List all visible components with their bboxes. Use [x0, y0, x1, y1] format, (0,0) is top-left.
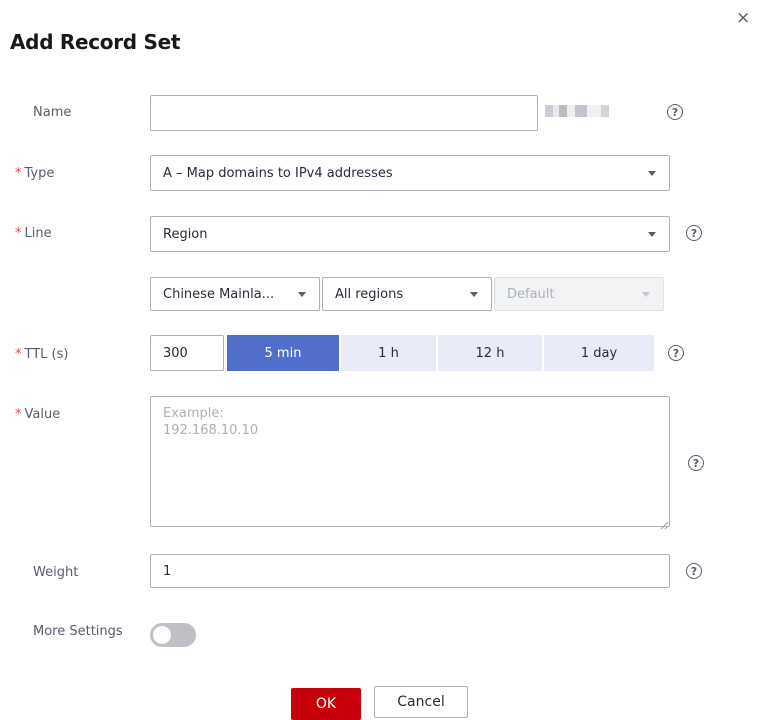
cancel-button[interactable]: Cancel — [374, 686, 468, 718]
help-icon[interactable]: ? — [686, 563, 702, 579]
ttl-preset-12h[interactable]: 12 h — [438, 335, 542, 371]
ttl-input[interactable]: 300 — [150, 335, 224, 371]
line-label: * Line — [15, 226, 52, 241]
name-label: Name — [33, 105, 72, 120]
ttl-preset-5min[interactable]: 5 min — [227, 335, 339, 371]
resize-grip-icon[interactable] — [659, 515, 669, 530]
region-group-select[interactable]: Chinese Mainla... — [150, 277, 320, 311]
type-select-value: A – Map domains to IPv4 addresses — [163, 165, 393, 181]
subregion-select: Default — [494, 277, 664, 311]
dialog-title: Add Record Set — [10, 30, 181, 54]
weight-input[interactable]: 1 — [150, 554, 670, 588]
type-label: * Type — [15, 166, 55, 181]
line-select-value: Region — [163, 226, 208, 242]
chevron-down-icon — [470, 292, 478, 297]
ok-button[interactable]: OK — [291, 688, 361, 720]
help-icon[interactable]: ? — [688, 455, 704, 471]
chevron-down-icon — [648, 232, 656, 237]
close-icon[interactable]: × — [736, 6, 750, 30]
region-group-value: Chinese Mainla... — [163, 286, 275, 302]
help-icon[interactable]: ? — [667, 104, 683, 120]
ttl-preset-1day[interactable]: 1 day — [544, 335, 654, 371]
ttl-label: * TTL (s) — [15, 347, 69, 362]
name-input[interactable] — [150, 95, 538, 131]
ttl-preset-1h[interactable]: 1 h — [341, 335, 436, 371]
subregion-value: Default — [507, 286, 555, 302]
help-icon[interactable]: ? — [686, 225, 702, 241]
line-select[interactable]: Region — [150, 216, 670, 252]
value-textarea[interactable]: Example: 192.168.10.10 — [150, 396, 670, 527]
chevron-down-icon — [648, 171, 656, 176]
more-settings-toggle[interactable] — [150, 623, 196, 647]
region-select[interactable]: All regions — [322, 277, 492, 311]
value-label: * Value — [15, 407, 61, 422]
type-select[interactable]: A – Map domains to IPv4 addresses — [150, 155, 670, 191]
chevron-down-icon — [298, 292, 306, 297]
toggle-knob — [153, 626, 171, 644]
weight-label: Weight — [33, 565, 79, 580]
region-value: All regions — [335, 286, 404, 302]
help-icon[interactable]: ? — [668, 345, 684, 361]
domain-suffix-redacted — [545, 105, 657, 117]
more-settings-label: More Settings — [33, 624, 123, 639]
chevron-down-icon — [642, 292, 650, 297]
